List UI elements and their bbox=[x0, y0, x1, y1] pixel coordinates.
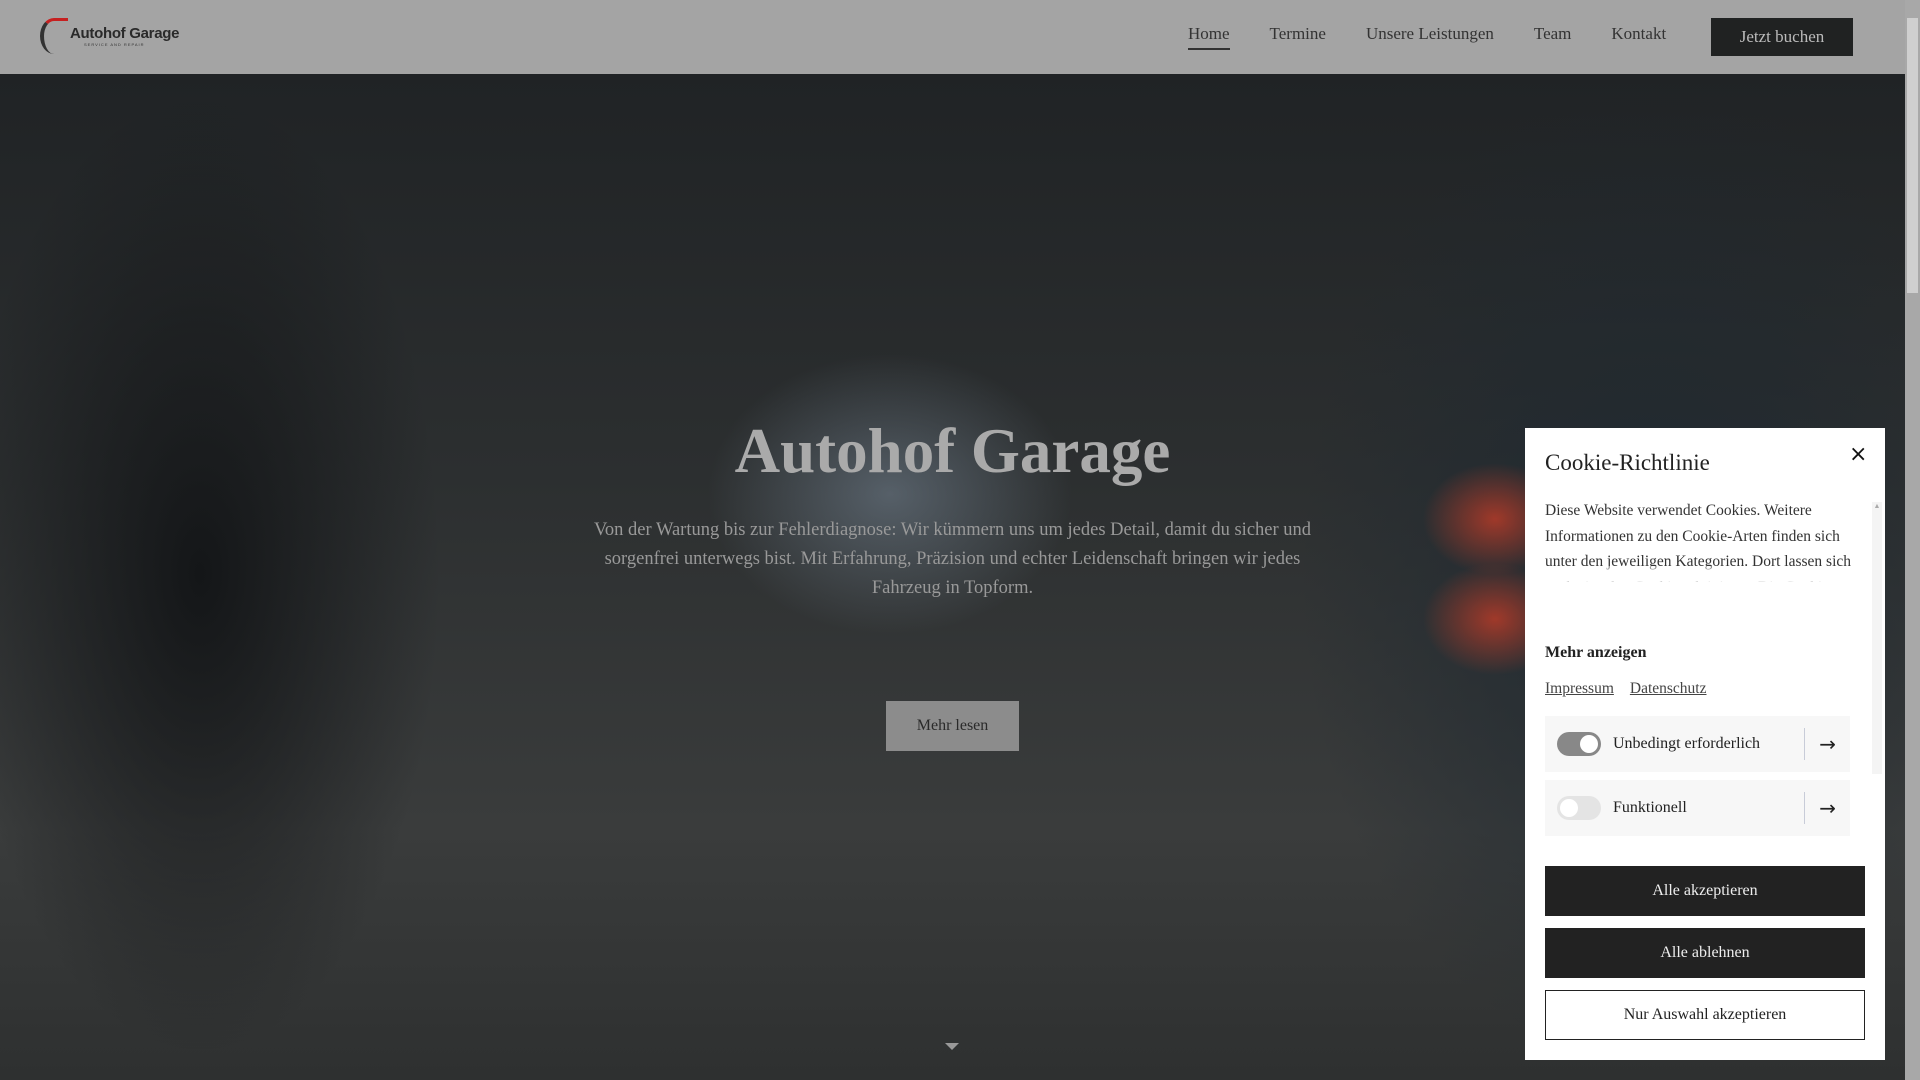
logo-text: Autohof Garage bbox=[70, 25, 180, 42]
logo-tagline: SERVICE AND REPAIR bbox=[84, 42, 145, 47]
cookie-title: Cookie-Richtlinie bbox=[1545, 450, 1710, 475]
nav-team[interactable]: Team bbox=[1534, 24, 1572, 50]
text-fade bbox=[1545, 566, 1853, 590]
reject-all-button[interactable]: Alle ablehnen bbox=[1545, 928, 1865, 978]
show-more-link[interactable]: Mehr anzeigen bbox=[1545, 644, 1646, 662]
book-now-button[interactable]: Jetzt buchen bbox=[1711, 18, 1853, 56]
nav-home[interactable]: Home bbox=[1188, 24, 1230, 50]
cookie-dialog: Cookie-Richtlinie × Diese Website verwen… bbox=[1525, 428, 1885, 1060]
nav-termine[interactable]: Termine bbox=[1270, 24, 1326, 50]
close-icon[interactable]: × bbox=[1849, 442, 1867, 467]
logo[interactable]: Autohof Garage SERVICE AND REPAIR bbox=[40, 18, 179, 54]
category-label: Funktionell bbox=[1613, 799, 1687, 816]
main-nav: Home Termine Unsere Leistungen Team Kont… bbox=[1188, 24, 1666, 50]
hero-text: Von der Wartung bis zur Fehlerdiagnose: … bbox=[593, 520, 1312, 598]
datenschutz-link[interactable]: Datenschutz bbox=[1630, 680, 1707, 698]
functional-toggle[interactable] bbox=[1557, 796, 1601, 820]
category-label: Unbedingt erforderlich bbox=[1613, 735, 1761, 752]
tire-logo-icon bbox=[40, 18, 68, 54]
impressum-link[interactable]: Impressum bbox=[1545, 680, 1614, 698]
scroll-down-icon[interactable] bbox=[945, 1043, 959, 1050]
scrollbar-thumb[interactable] bbox=[1907, 18, 1918, 293]
read-more-button[interactable]: Mehr lesen bbox=[886, 701, 1019, 751]
nav-unsere-leistungen[interactable]: Unsere Leistungen bbox=[1366, 24, 1494, 50]
cookie-scrollbar[interactable]: ▲ bbox=[1872, 502, 1882, 774]
category-functional: Funktionell → bbox=[1545, 780, 1850, 836]
category-necessary: Unbedingt erforderlich → bbox=[1545, 716, 1850, 772]
site-header: Autohof Garage SERVICE AND REPAIR Home T… bbox=[0, 0, 1905, 74]
necessary-toggle[interactable] bbox=[1557, 732, 1601, 756]
accept-all-button[interactable]: Alle akzeptieren bbox=[1545, 866, 1865, 916]
nav-kontakt[interactable]: Kontakt bbox=[1611, 24, 1666, 50]
arrow-right-icon[interactable]: → bbox=[1819, 796, 1836, 820]
page-scrollbar[interactable] bbox=[1905, 0, 1920, 1080]
arrow-right-icon[interactable]: → bbox=[1819, 732, 1836, 756]
accept-selected-button[interactable]: Nur Auswahl akzeptieren bbox=[1545, 990, 1865, 1040]
